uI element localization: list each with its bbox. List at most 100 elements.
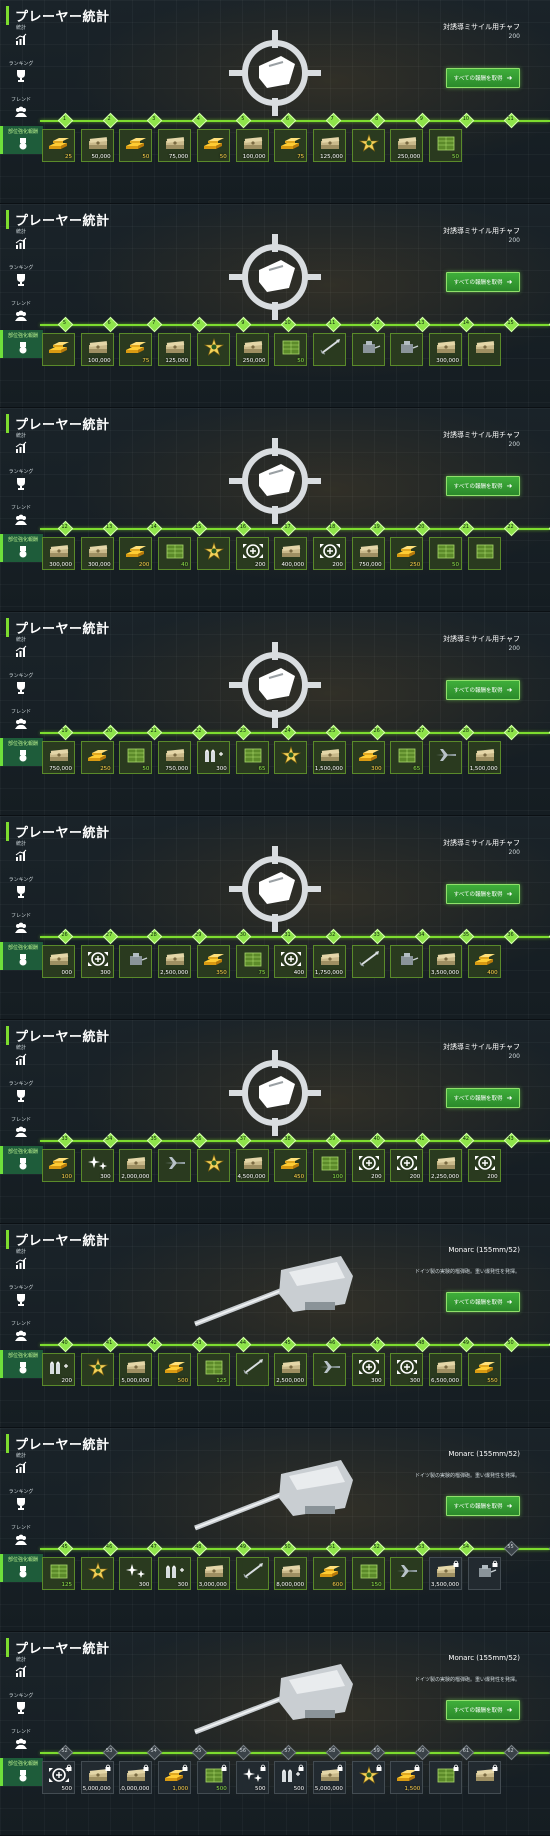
sidebar-item-part-rewards[interactable]: 部位強化報酬	[0, 330, 43, 358]
sidebar-item-stats[interactable]: 統計	[4, 1248, 38, 1271]
sidebar-item-stats[interactable]: 統計	[4, 840, 38, 863]
reward-cell[interactable]: 100,000	[235, 129, 269, 162]
sidebar-item-stats[interactable]: 統計	[4, 636, 38, 659]
reward-cell[interactable]	[351, 1761, 385, 1794]
reward-cell[interactable]: 500	[235, 1761, 269, 1794]
reward-cell[interactable]	[467, 1761, 501, 1794]
sidebar-item-part-rewards[interactable]: 部位強化報酬	[0, 1146, 43, 1174]
reward-cell[interactable]: 50	[119, 741, 153, 774]
reward-cell[interactable]: 2,500,000	[158, 945, 192, 978]
reward-cell[interactable]: 125	[196, 1353, 230, 1386]
reward-cell[interactable]: 75	[235, 945, 269, 978]
reward-cell[interactable]: 125	[42, 1557, 75, 1590]
reward-cell[interactable]: 750,000	[158, 741, 192, 774]
sidebar-item-stats[interactable]: 統計	[4, 1044, 38, 1067]
reward-cell[interactable]: 3,500,000	[429, 1557, 462, 1590]
reward-cell[interactable]: 50	[119, 129, 153, 162]
reward-cell[interactable]: 100,000	[80, 333, 114, 366]
claim-all-button[interactable]: すべての報酬を取得 ➜	[446, 680, 520, 700]
reward-cell[interactable]: 300,000	[429, 333, 462, 366]
claim-all-button[interactable]: すべての報酬を取得 ➜	[446, 1088, 520, 1108]
sidebar-item-ranking[interactable]: ランキング	[4, 468, 38, 491]
sidebar-item-stats[interactable]: 統計	[4, 1656, 38, 1679]
reward-cell[interactable]	[351, 333, 385, 366]
reward-cell[interactable]	[119, 945, 153, 978]
sidebar-item-part-rewards[interactable]: 部位強化報酬	[0, 1758, 43, 1786]
sidebar-item-ranking[interactable]: ランキング	[4, 1284, 38, 1307]
reward-cell[interactable]: 1,500,000	[467, 741, 501, 774]
reward-cell[interactable]	[274, 741, 308, 774]
reward-cell[interactable]: 65	[235, 741, 269, 774]
reward-cell[interactable]: 100	[312, 1149, 346, 1182]
sidebar-item-ranking[interactable]: ランキング	[4, 1488, 38, 1511]
reward-cell[interactable]	[235, 1557, 269, 1590]
reward-cell[interactable]: 100	[42, 1149, 75, 1182]
reward-cell[interactable]: 3,500,000	[429, 945, 462, 978]
sidebar-item-ranking[interactable]: ランキング	[4, 1692, 38, 1715]
reward-cell[interactable]: 500	[42, 1761, 75, 1794]
sidebar-item-ranking[interactable]: ランキング	[4, 264, 38, 287]
reward-cell[interactable]: 250	[80, 741, 114, 774]
reward-cell[interactable]: 500	[274, 1761, 308, 1794]
reward-cell[interactable]: 125,000	[312, 129, 346, 162]
sidebar-item-friends[interactable]: フレンド	[4, 912, 38, 935]
reward-cell[interactable]: 2,500,000	[274, 1353, 308, 1386]
reward-cell[interactable]: 400	[467, 945, 501, 978]
reward-cell[interactable]: 75	[274, 129, 308, 162]
sidebar-item-part-rewards[interactable]: 部位強化報酬	[0, 534, 43, 562]
reward-cell[interactable]	[312, 333, 346, 366]
sidebar-item-friends[interactable]: フレンド	[4, 1524, 38, 1547]
reward-cell[interactable]: 300	[80, 1149, 114, 1182]
reward-cell[interactable]	[196, 1149, 230, 1182]
reward-cell[interactable]	[467, 537, 501, 570]
reward-cell[interactable]	[235, 1353, 269, 1386]
reward-cell[interactable]: 75,000	[158, 129, 192, 162]
sidebar-item-ranking[interactable]: ランキング	[4, 1080, 38, 1103]
reward-cell[interactable]: 50	[429, 537, 462, 570]
reward-cell[interactable]: 50	[274, 333, 308, 366]
reward-cell[interactable]: 40	[158, 537, 192, 570]
reward-cell[interactable]: 200	[119, 537, 153, 570]
reward-cell[interactable]: 750,000	[351, 537, 385, 570]
reward-cell[interactable]	[158, 1149, 192, 1182]
sidebar-item-ranking[interactable]: ランキング	[4, 876, 38, 899]
reward-cell[interactable]: 250,000	[390, 129, 424, 162]
reward-cell[interactable]: 250	[390, 537, 424, 570]
reward-cell[interactable]: 300	[390, 1353, 424, 1386]
reward-cell[interactable]: 500	[158, 1353, 192, 1386]
reward-cell[interactable]	[196, 537, 230, 570]
reward-cell[interactable]: 400,000	[274, 537, 308, 570]
reward-cell[interactable]: 300,000	[42, 537, 75, 570]
reward-cell[interactable]: 200	[390, 1149, 424, 1182]
claim-all-button[interactable]: すべての報酬を取得 ➜	[446, 1700, 520, 1720]
reward-cell[interactable]: 6,500,000	[429, 1353, 462, 1386]
reward-cell[interactable]: 350	[196, 945, 230, 978]
reward-cell[interactable]: 10,000,000	[119, 1761, 153, 1794]
reward-cell[interactable]: 150	[351, 1557, 385, 1590]
sidebar-item-friends[interactable]: フレンド	[4, 1116, 38, 1139]
reward-cell[interactable]: 8,000,000	[274, 1557, 308, 1590]
reward-cell[interactable]: 50	[429, 129, 462, 162]
reward-cell[interactable]: 600	[312, 1557, 346, 1590]
reward-cell[interactable]	[80, 1557, 114, 1590]
reward-cell[interactable]	[42, 333, 75, 366]
reward-cell[interactable]	[390, 333, 424, 366]
reward-cell[interactable]: 500	[196, 1761, 230, 1794]
sidebar-item-stats[interactable]: 統計	[4, 228, 38, 251]
reward-cell[interactable]: 300	[158, 1557, 192, 1590]
reward-cell[interactable]: 5,000,000	[119, 1353, 153, 1386]
reward-cell[interactable]	[429, 741, 462, 774]
sidebar-item-stats[interactable]: 統計	[4, 1452, 38, 1475]
sidebar-item-friends[interactable]: フレンド	[4, 504, 38, 527]
reward-cell[interactable]: 1,750,000	[312, 945, 346, 978]
reward-cell[interactable]	[80, 1353, 114, 1386]
reward-cell[interactable]	[429, 1761, 462, 1794]
reward-cell[interactable]: 1,500,000	[312, 741, 346, 774]
sidebar-item-part-rewards[interactable]: 部位強化報酬	[0, 1350, 43, 1378]
reward-cell[interactable]: 75	[119, 333, 153, 366]
reward-cell[interactable]: 200	[42, 1353, 75, 1386]
reward-cell[interactable]: 50	[196, 129, 230, 162]
claim-all-button[interactable]: すべての報酬を取得 ➜	[446, 1496, 520, 1516]
sidebar-item-ranking[interactable]: ランキング	[4, 672, 38, 695]
sidebar-item-friends[interactable]: フレンド	[4, 300, 38, 323]
